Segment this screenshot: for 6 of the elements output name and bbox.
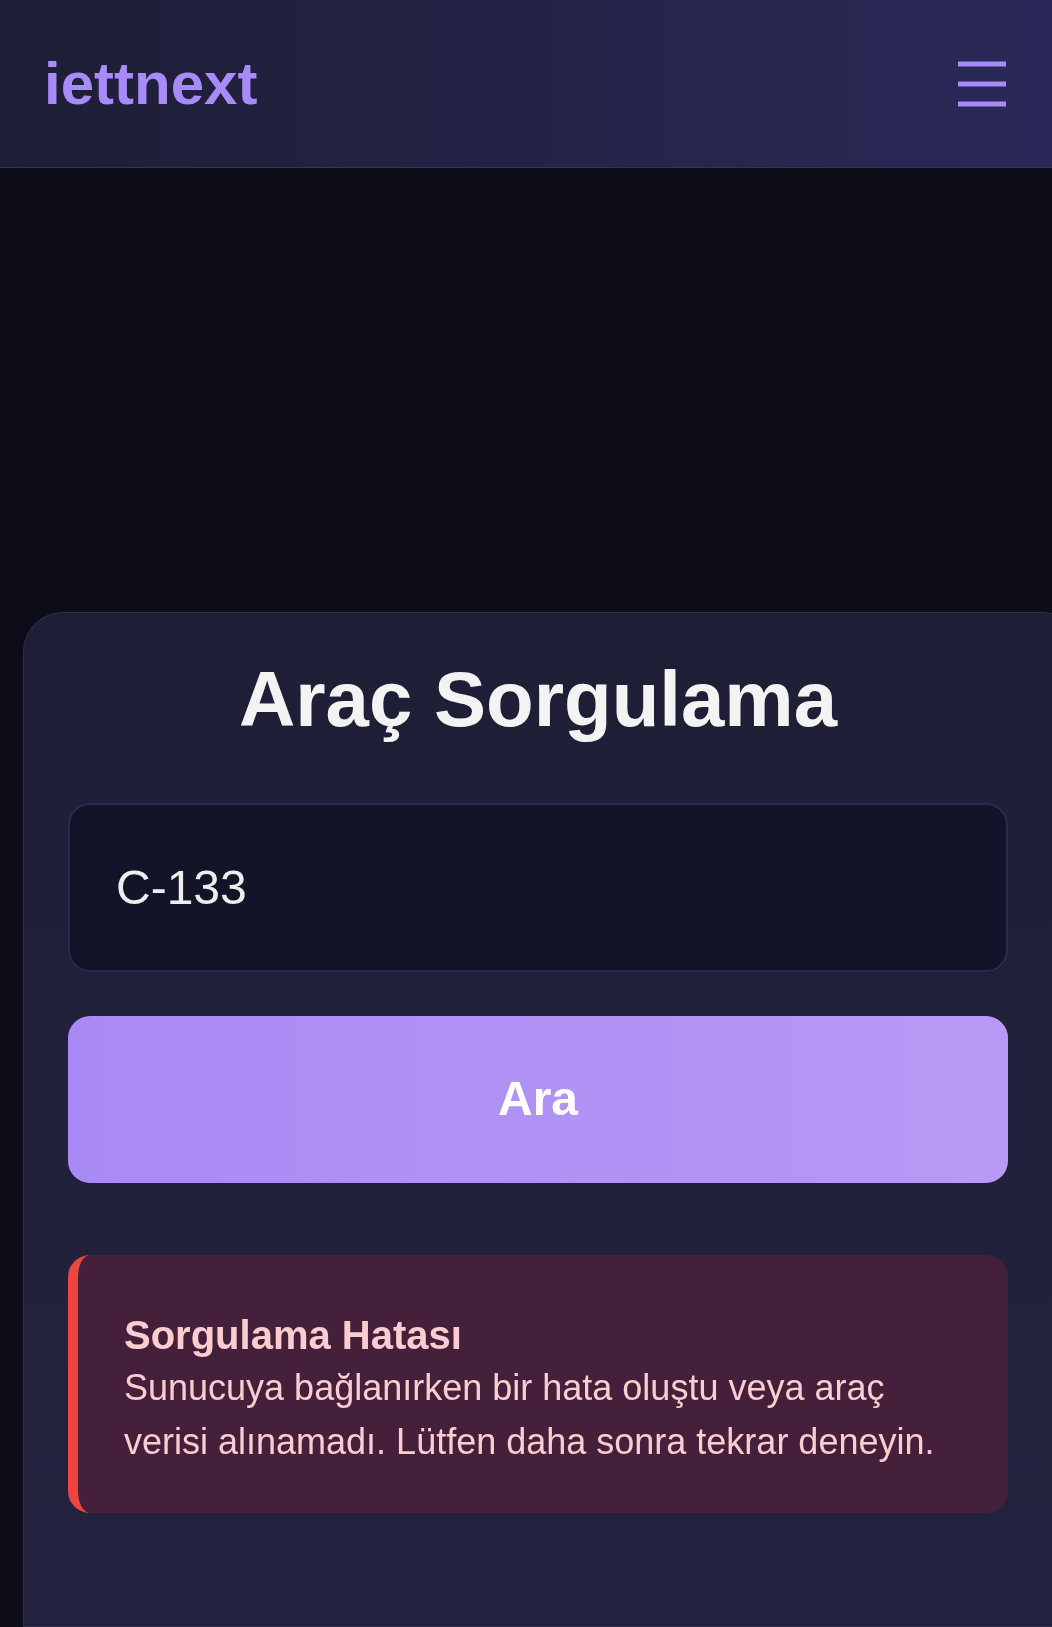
card-title: Araç Sorgulama: [237, 654, 839, 745]
error-message: Sunucuya bağlanırken bir hata oluştu veya araç verisi alınamadı. Lütfen daha sonra tekrar deneyin.: [124, 1365, 936, 1464]
error-title: Sorgulama Hatası: [124, 1311, 463, 1359]
logo[interactable]: iettnext: [44, 38, 258, 129]
menu-icon[interactable]: [956, 59, 1008, 108]
vehicle-input[interactable]: C-133: [68, 802, 1008, 972]
